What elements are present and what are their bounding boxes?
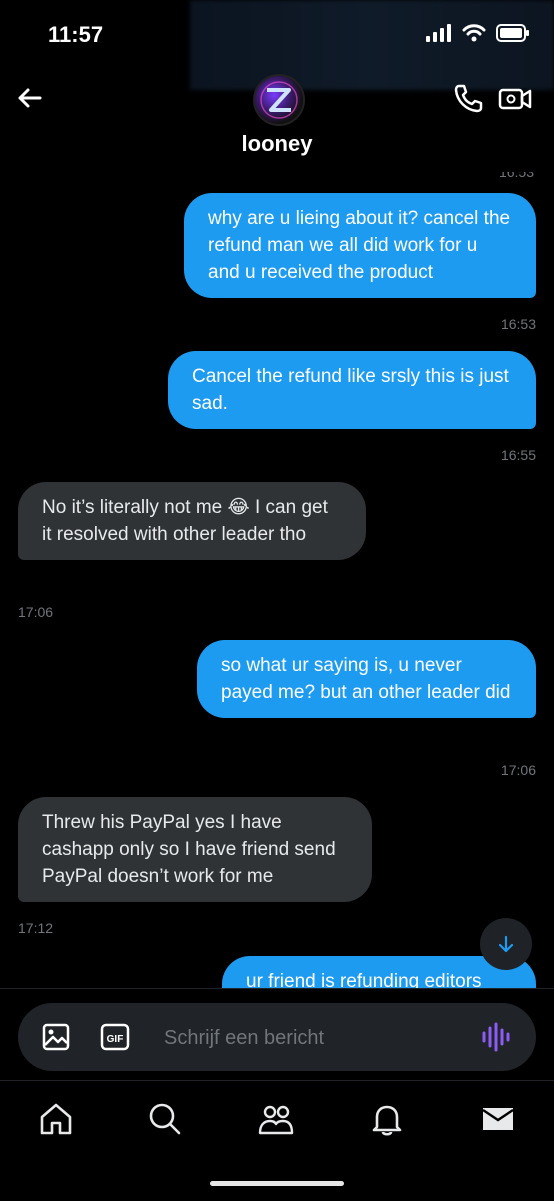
tab-communities[interactable] xyxy=(256,1099,296,1139)
contact-avatar[interactable] xyxy=(253,74,305,126)
messages-icon xyxy=(482,1108,514,1130)
outgoing-message[interactable]: Cancel the refund like srsly this is jus… xyxy=(168,351,536,429)
message-timestamp: 16:55 xyxy=(500,447,536,463)
signal-icon xyxy=(426,24,451,42)
gif-label: GIF xyxy=(107,1034,124,1045)
notifications-icon xyxy=(372,1105,402,1136)
status-icons xyxy=(426,24,530,42)
battery-icon xyxy=(496,24,529,42)
tab-home[interactable] xyxy=(36,1099,76,1139)
bottom-tab-bar xyxy=(0,1080,554,1201)
compose-bar: GIF xyxy=(18,1003,536,1071)
contact-name[interactable]: looney xyxy=(0,131,554,157)
message-timestamp: 17:06 xyxy=(18,604,54,620)
wifi-icon xyxy=(462,24,486,42)
outgoing-message[interactable]: why are u lieing about it? cancel the re… xyxy=(184,193,536,298)
tab-notifications[interactable] xyxy=(367,1099,407,1139)
search-icon xyxy=(149,1103,181,1135)
message-timestamp: 17:12 xyxy=(18,920,54,936)
previous-timestamp: 16:53 xyxy=(498,172,534,180)
phone-icon xyxy=(454,84,483,113)
status-bar: 11:57 xyxy=(0,0,554,66)
tab-search[interactable] xyxy=(145,1099,185,1139)
voice-message-button[interactable] xyxy=(480,1021,512,1053)
arrow-left-icon xyxy=(18,88,42,108)
tab-messages[interactable] xyxy=(478,1099,518,1139)
gif-icon: GIF xyxy=(100,1023,130,1051)
message-timestamp: 16:53 xyxy=(500,316,536,332)
communities-icon xyxy=(258,1105,294,1135)
compose-area: GIF xyxy=(0,988,554,1081)
home-icon xyxy=(40,1103,72,1135)
call-button[interactable] xyxy=(452,82,484,114)
incoming-message[interactable]: No it’s literally not me 😂 I can get it … xyxy=(18,482,366,560)
scroll-to-bottom-button[interactable] xyxy=(480,918,532,970)
avatar-logo-icon xyxy=(260,81,298,119)
video-call-button[interactable] xyxy=(498,84,532,114)
image-icon xyxy=(42,1023,70,1051)
voice-wave-icon xyxy=(482,1022,510,1052)
add-gif-button[interactable]: GIF xyxy=(100,1023,130,1051)
status-time: 11:57 xyxy=(48,22,104,47)
arrow-down-icon xyxy=(498,935,514,953)
add-image-button[interactable] xyxy=(42,1023,70,1051)
outgoing-message[interactable]: so what ur saying is, u never payed me? … xyxy=(197,640,536,718)
message-timestamp: 17:06 xyxy=(500,762,536,778)
incoming-message[interactable]: Threw his PayPal yes I have cashapp only… xyxy=(18,797,372,902)
message-list[interactable]: 16:53 why are u lieing about it? cancel … xyxy=(0,172,554,988)
home-indicator xyxy=(210,1181,344,1186)
back-button[interactable] xyxy=(14,82,46,114)
message-input[interactable] xyxy=(162,1021,456,1055)
video-camera-icon xyxy=(498,88,532,110)
